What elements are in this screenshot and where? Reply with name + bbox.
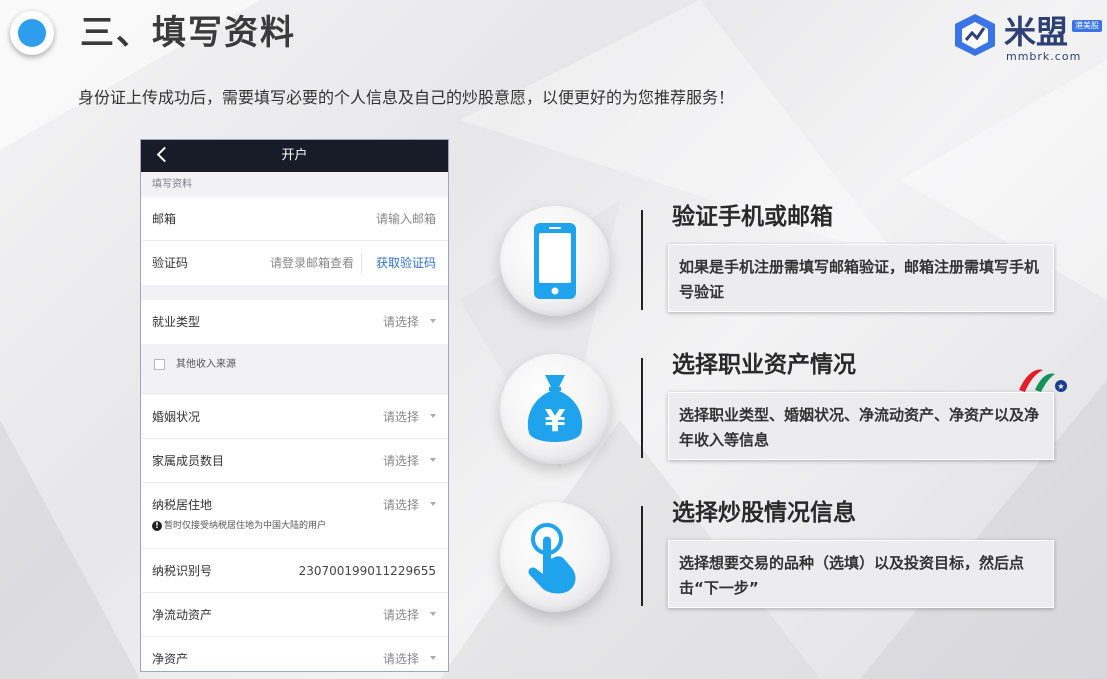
- tax-residence-note: ! 暂时仅接受纳税居住地为中国大陆的用户: [152, 519, 326, 533]
- other-income-checkbox[interactable]: [154, 359, 165, 370]
- family-row[interactable]: 家属成员数目 请选择: [141, 439, 448, 483]
- family-select[interactable]: 请选择: [383, 439, 419, 483]
- phone-title: 开户: [281, 148, 308, 163]
- chevron-down-icon: [430, 319, 436, 323]
- marital-row[interactable]: 婚姻状况 请选择: [141, 395, 448, 439]
- logo-domain: mmbrk.com: [1006, 50, 1082, 63]
- tap-hand-icon: [528, 523, 576, 594]
- page-title: 三、填写资料: [80, 13, 296, 53]
- tax-residence-note-text: 暂时仅接受纳税居住地为中国大陆的用户: [164, 521, 327, 531]
- code-label: 验证码: [152, 256, 189, 270]
- chevron-down-icon: [430, 656, 436, 660]
- feature-stock: 选择炒股情况信息 选择想要交易的品种（选填）以及投资目标，然后点击“下一步”: [500, 500, 1060, 632]
- swoosh-logo-icon: ★: [1019, 369, 1067, 392]
- logo-name: 米盟: [1004, 13, 1069, 51]
- tax-residence-row[interactable]: 纳税居住地 请选择 ! 暂时仅接受纳税居住地为中国大陆的用户: [141, 483, 448, 549]
- feature-verify: 验证手机或邮箱 如果是手机注册需填写邮箱验证，邮箱注册需填写手机号验证: [500, 204, 1060, 336]
- chevron-down-icon: [430, 458, 436, 462]
- brand-logo: 米盟 港美股 mmbrk.com: [952, 12, 1102, 64]
- feature-title: 选择职业资产情况: [672, 352, 856, 378]
- feature-icon-circle: [500, 502, 610, 612]
- exclamation-icon: !: [152, 520, 162, 531]
- liquid-assets-label: 净流动资产: [152, 608, 213, 622]
- chevron-down-icon: [430, 502, 436, 506]
- marital-label: 婚姻状况: [152, 410, 201, 424]
- feature-icon-circle: ¥: [500, 354, 610, 464]
- other-income-label: 其他收入来源: [176, 359, 236, 370]
- feature-assets: ¥ 选择职业资产情况 选择职业类型、婚姻状况、净流动资产、净资产以及净年收入等信…: [500, 352, 1060, 484]
- tax-residence-select[interactable]: 请选择: [383, 483, 419, 527]
- code-row: 验证码 请登录邮箱查看 获取验证码: [141, 241, 448, 285]
- employment-select[interactable]: 请选择: [383, 300, 419, 344]
- net-assets-label: 净资产: [152, 652, 189, 666]
- smartphone-icon: [534, 223, 576, 299]
- family-label: 家属成员数目: [152, 454, 225, 468]
- feature-description: 如果是手机注册需填写邮箱验证，邮箱注册需填写手机号验证: [668, 244, 1054, 312]
- email-input[interactable]: 请输入邮箱: [376, 197, 436, 241]
- feature-icon-circle: [500, 206, 610, 316]
- chevron-down-icon: [430, 612, 436, 616]
- svg-text:¥: ¥: [545, 404, 566, 439]
- email-label: 邮箱: [152, 212, 177, 226]
- page-subtitle: 身份证上传成功后，需要填写必要的个人信息及自己的炒股意愿，以便更好的为您推荐服务…: [78, 88, 735, 107]
- tax-id-row[interactable]: 纳税识别号 230700199011229655: [141, 549, 448, 593]
- section-label: 填写资料: [141, 172, 448, 197]
- money-bag-yuan-icon: ¥: [527, 375, 583, 442]
- feature-title: 选择炒股情况信息: [672, 500, 856, 526]
- phone-header: 开户: [141, 140, 448, 172]
- feature-description: 选择想要交易的品种（选填）以及投资目标，然后点击“下一步”: [668, 540, 1054, 608]
- liquid-assets-select[interactable]: 请选择: [383, 593, 419, 637]
- title-bullet-icon: [10, 11, 54, 55]
- section-gap: [141, 285, 448, 300]
- other-income-row[interactable]: 其他收入来源: [141, 344, 448, 385]
- svg-text:★: ★: [1057, 382, 1064, 391]
- get-code-button[interactable]: 获取验证码: [376, 241, 436, 285]
- logo-mark-icon: [955, 14, 995, 56]
- tax-id-label: 纳税识别号: [152, 564, 213, 578]
- code-input[interactable]: 请登录邮箱查看: [270, 241, 354, 285]
- email-row[interactable]: 邮箱 请输入邮箱: [141, 197, 448, 241]
- tax-id-input[interactable]: 230700199011229655: [299, 549, 436, 593]
- liquid-assets-row[interactable]: 净流动资产 请选择: [141, 593, 448, 637]
- marital-select[interactable]: 请选择: [383, 395, 419, 439]
- phone-mockup: 开户 填写资料 邮箱 请输入邮箱 验证码 请登录邮箱查看 获取验证码 就业类型 …: [140, 139, 449, 672]
- employment-label: 就业类型: [152, 315, 201, 329]
- logo-badge: 港美股: [1072, 20, 1102, 32]
- net-assets-row[interactable]: 净资产 请选择: [141, 637, 448, 671]
- chevron-down-icon: [430, 414, 436, 418]
- feature-title: 验证手机或邮箱: [672, 204, 833, 230]
- slide: 三、填写资料 米盟 港美股 mmbrk.com 身份证上传成功后，需要填写必要的…: [0, 0, 1107, 679]
- feature-description: 选择职业类型、婚姻状况、净流动资产、净资产以及净年收入等信息: [668, 392, 1054, 460]
- employment-row[interactable]: 就业类型 请选择: [141, 300, 448, 344]
- net-assets-select[interactable]: 请选择: [383, 637, 419, 671]
